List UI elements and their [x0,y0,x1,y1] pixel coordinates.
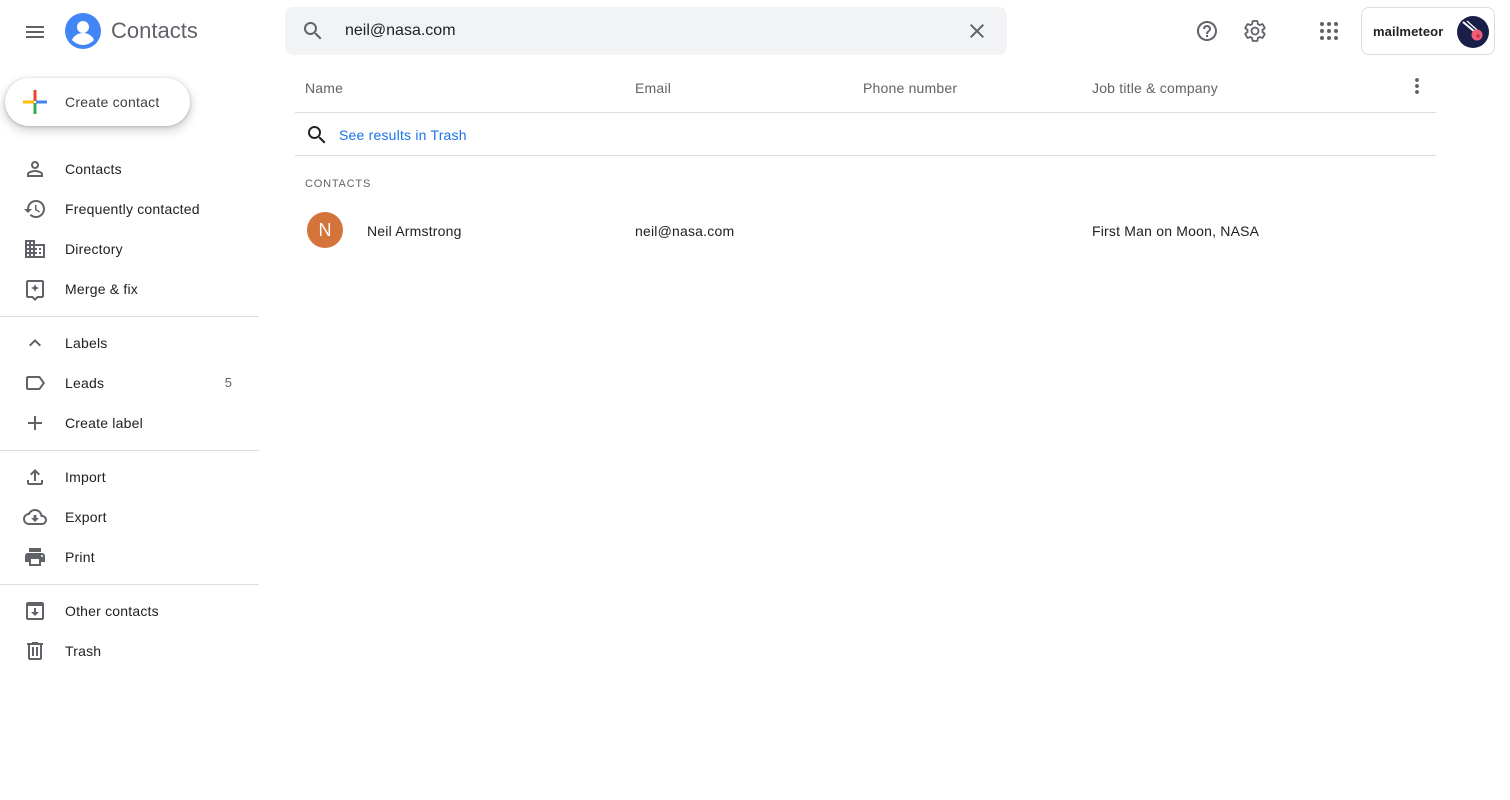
sidebar-item-label: Other contacts [65,603,159,619]
archive-icon [26,602,44,620]
create-label-text: Create label [65,415,143,431]
column-header-name[interactable]: Name [305,80,343,96]
sidebar-item-import[interactable]: Import [0,457,259,497]
main-menu-button[interactable] [15,12,55,52]
plus-icon [28,416,42,430]
sidebar-item-label: Frequently contacted [65,201,200,217]
avatar: N [307,212,343,248]
label-count: 5 [224,375,232,390]
sidebar-item-label: Contacts [65,161,122,177]
sidebar-item-label: Merge & fix [65,281,138,297]
labels-header: Labels [65,335,108,351]
sidebar-item-merge-fix[interactable]: Merge & fix [0,269,259,309]
account-name: mailmeteor [1373,24,1444,39]
apps-grid-icon[interactable] [1317,19,1341,43]
cloud-download-icon [23,509,47,525]
contacts-logo-icon[interactable] [65,13,101,49]
search-input[interactable] [345,17,945,45]
merge-fix-icon [26,280,44,301]
column-header-phone[interactable]: Phone number [863,80,957,96]
sidebar-item-export[interactable]: Export [0,497,259,537]
sidebar-item-label: Import [65,469,106,485]
search-icon[interactable] [301,19,325,43]
account-switcher[interactable]: mailmeteor [1361,7,1495,55]
more-vert-icon[interactable] [1405,74,1429,98]
create-contact-button[interactable]: Create contact [5,78,190,126]
sidebar-divider [0,316,259,317]
search-icon [308,126,326,144]
sidebar-item-contacts[interactable]: Contacts [0,149,259,189]
sidebar-item-leads[interactable]: Leads 5 [0,363,259,403]
history-icon [24,200,45,218]
sidebar-divider [0,450,259,451]
sidebar-item-print[interactable]: Print [0,537,259,577]
see-results-in-trash[interactable]: See results in Trash [295,113,1436,156]
sidebar-item-other-contacts[interactable]: Other contacts [0,591,259,631]
sidebar-divider [0,584,259,585]
sidebar-item-label: Directory [65,241,123,257]
labels-section-toggle[interactable]: Labels [0,323,259,363]
app-header: Contacts mailmeteor [0,0,1510,64]
plus-multicolor-icon [23,90,47,114]
contact-name: Neil Armstrong [367,223,462,239]
table-header: Name Email Phone number Job title & comp… [295,64,1436,113]
sidebar-item-label: Export [65,509,107,525]
sidebar-item-label: Trash [65,643,102,659]
app-title: Contacts [111,18,198,43]
print-icon [25,548,45,566]
chevron-up-icon [29,339,41,347]
table-row[interactable]: N Neil Armstrong neil@nasa.com First Man… [295,206,1436,254]
clear-search-icon[interactable] [965,19,989,43]
upload-icon [27,469,43,485]
trash-icon [27,642,43,660]
create-contact-label: Create contact [65,94,160,110]
search-bar [285,7,1007,55]
contacts-section-label: CONTACTS [305,178,372,190]
contact-job: First Man on Moon, NASA [1092,223,1260,239]
account-avatar-icon [1457,16,1489,48]
contact-email: neil@nasa.com [635,223,735,239]
sidebar-item-frequently-contacted[interactable]: Frequently contacted [0,189,259,229]
sidebar-item-label: Leads [65,375,105,391]
column-header-job[interactable]: Job title & company [1092,80,1218,96]
help-icon[interactable] [1195,19,1219,43]
sidebar-item-directory[interactable]: Directory [0,229,259,269]
label-icon [26,376,45,390]
hamburger-menu-icon [26,26,44,38]
create-label-button[interactable]: Create label [0,403,259,443]
column-header-email[interactable]: Email [635,80,671,96]
person-icon [27,161,43,177]
sidebar-item-label: Print [65,549,95,565]
sidebar-item-trash[interactable]: Trash [0,631,259,671]
settings-icon[interactable] [1243,19,1267,43]
building-icon [25,240,45,258]
see-results-in-trash-link[interactable]: See results in Trash [339,127,467,143]
